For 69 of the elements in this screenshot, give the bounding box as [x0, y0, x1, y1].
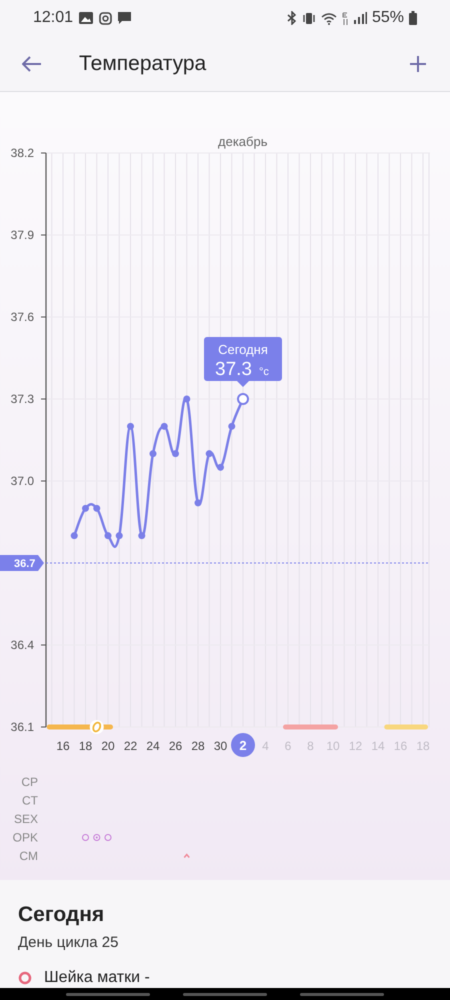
data-point[interactable] — [217, 464, 224, 471]
signal-icon — [354, 12, 367, 24]
data-point[interactable] — [183, 396, 190, 402]
x-tick-label: 16 — [56, 739, 70, 753]
vibrate-icon — [302, 12, 316, 24]
row-label: OPK — [12, 830, 38, 844]
cover-line-badge — [0, 555, 44, 571]
row-label: CM — [19, 849, 38, 863]
data-point[interactable] — [150, 450, 156, 458]
ring-icon — [82, 834, 89, 841]
x-tick-label: 28 — [191, 739, 205, 753]
y-tick-label: 38.2 — [10, 146, 34, 160]
month-label: декабрь — [218, 134, 268, 149]
row-label: CP — [21, 775, 38, 789]
camera-icon — [99, 12, 112, 24]
today-marker — [231, 733, 255, 757]
nav-key[interactable] — [66, 992, 150, 996]
dotted-ring-icon — [93, 834, 100, 841]
x-tick-label: 2 — [239, 738, 247, 753]
screen-title: Температура — [79, 50, 208, 77]
today-point[interactable] — [237, 393, 249, 405]
data-point[interactable] — [93, 504, 100, 512]
data-point[interactable] — [172, 450, 179, 458]
x-tick-label: 22 — [124, 739, 138, 753]
y-tick-label: 37.6 — [10, 310, 34, 324]
data-point[interactable] — [82, 504, 89, 512]
row-label: CT — [22, 794, 38, 808]
wifi-icon — [320, 12, 337, 24]
cycle-day: День цикла 25 — [18, 932, 432, 954]
data-point[interactable] — [228, 422, 236, 430]
x-tick-label: 26 — [168, 739, 182, 753]
image-icon — [79, 12, 94, 24]
y-tick-label: 37.0 — [10, 474, 34, 488]
data-point[interactable] — [116, 532, 123, 540]
data-point[interactable] — [104, 532, 112, 540]
status-time: 12:01 — [33, 8, 74, 28]
x-tick-label: 30 — [214, 739, 228, 753]
y-tick-label: 36.4 — [10, 638, 34, 652]
message-icon — [118, 12, 132, 24]
data-point[interactable] — [70, 532, 78, 540]
y-tick-label: 37.9 — [10, 228, 34, 242]
data-point[interactable] — [127, 422, 134, 430]
data-icon — [342, 12, 349, 24]
tooltip-title: Сегодня — [218, 342, 268, 357]
cover-line-value: 36.7 — [14, 558, 36, 570]
y-tick-label: 37.3 — [10, 392, 34, 406]
x-tick-label: 18 — [78, 739, 92, 753]
bluetooth-icon — [286, 11, 297, 25]
nav-key[interactable] — [182, 992, 267, 996]
ring-icon — [18, 970, 32, 984]
data-point[interactable] — [138, 532, 146, 540]
list-item[interactable]: Шейка матки - — [44, 968, 150, 986]
y-tick-label: 36.1 — [10, 720, 34, 734]
tooltip-unit: °c — [259, 366, 269, 378]
nav-key[interactable] — [300, 992, 384, 996]
tooltip-value: 37.3 — [215, 359, 252, 380]
data-point[interactable] — [160, 422, 168, 430]
battery-icon — [409, 11, 417, 25]
x-tick-label: 20 — [101, 739, 115, 753]
battery-percent: 55% — [372, 8, 404, 28]
x-tick-label: 24 — [146, 739, 160, 753]
plus-icon — [409, 54, 427, 72]
arrow-left-icon — [22, 56, 42, 72]
ring-icon — [104, 834, 112, 841]
data-point[interactable] — [194, 499, 202, 506]
section-title: Сегодня — [18, 902, 106, 928]
caret-icon — [184, 853, 190, 858]
row-label: SEX — [14, 812, 38, 826]
data-point[interactable] — [206, 450, 213, 458]
